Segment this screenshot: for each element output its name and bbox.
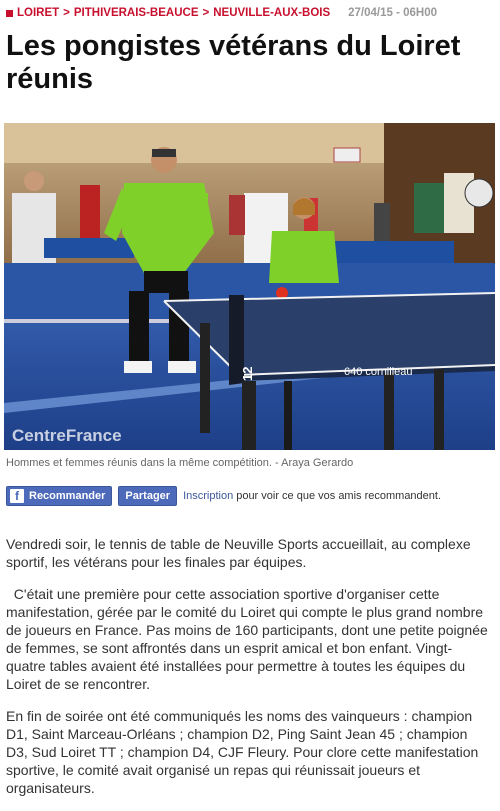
section-square-icon <box>6 9 13 17</box>
recommend-label: Recommander <box>29 490 106 502</box>
recommend-button[interactable]: f Recommander <box>6 486 113 506</box>
photo-caption: Hommes et femmes réunis dans la même com… <box>6 457 354 469</box>
breadcrumb-separator: > <box>202 7 210 19</box>
article-paragraph: En fin de soirée ont été communiqués les… <box>6 708 479 796</box>
breadcrumb-separator: > <box>63 7 70 19</box>
breadcrumb: LOIRET > PITHIVERAIS-BEAUCE > NEUVILLE-A… <box>6 6 494 20</box>
signup-text: pour voir ce que vos amis recommandent. <box>236 490 442 502</box>
table-number-label: 12 <box>240 367 255 381</box>
breadcrumb-link-loiret[interactable]: LOIRET <box>17 7 59 19</box>
photo-illustration: 12 640 cornilleau CentreFrance <box>4 123 495 450</box>
table-brand-label: 640 cornilleau <box>344 366 413 378</box>
article-body: Vendredi soir, le tennis de table de Neu… <box>6 535 490 811</box>
photo-watermark: CentreFrance <box>12 426 122 445</box>
signup-link[interactable]: Inscription <box>183 490 233 502</box>
share-button[interactable]: Partager <box>118 486 178 506</box>
article-paragraph: C'était une première pour cette associat… <box>6 586 492 692</box>
facebook-social-bar: f Recommander Partager Inscription pour … <box>6 486 494 506</box>
article-photo[interactable]: 12 640 cornilleau CentreFrance <box>4 123 495 450</box>
article-title: Les pongistes vétérans du Loiret réunis <box>6 30 461 95</box>
publish-date: 27/04/15 - 06H00 <box>348 7 438 19</box>
breadcrumb-link-neuville[interactable]: NEUVILLE-AUX-BOIS <box>213 7 330 19</box>
article-paragraph: Vendredi soir, le tennis de table de Neu… <box>6 536 471 570</box>
breadcrumb-link-pithiverais[interactable]: PITHIVERAIS-BEAUCE <box>74 7 199 19</box>
facebook-icon: f <box>10 489 24 503</box>
